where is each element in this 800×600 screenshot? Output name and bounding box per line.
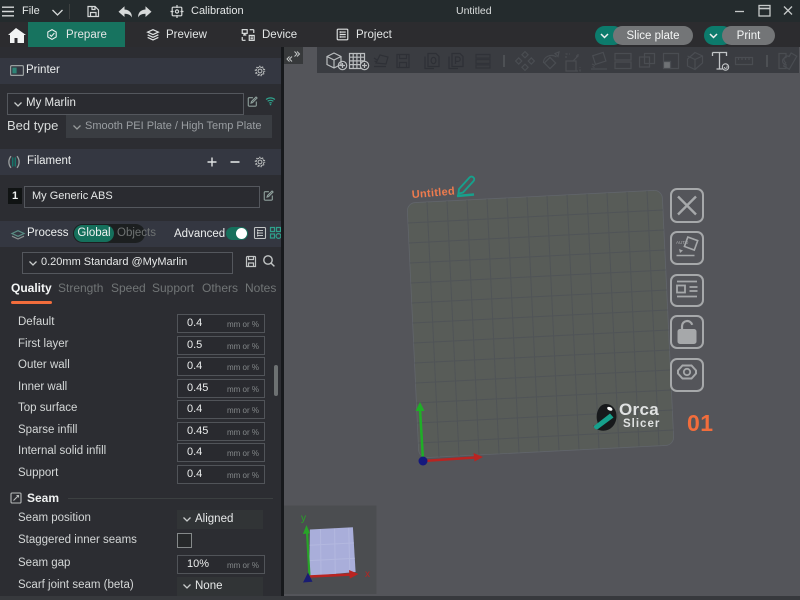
svg-text:x: x (365, 569, 370, 580)
svg-text:Untitled: Untitled (411, 185, 455, 201)
svg-text:01: 01 (687, 410, 714, 436)
svg-text:AUTO: AUTO (676, 240, 689, 245)
svg-text:y: y (301, 513, 306, 524)
svg-text:Slicer: Slicer (623, 418, 660, 430)
svg-text:Orca: Orca (619, 400, 659, 419)
